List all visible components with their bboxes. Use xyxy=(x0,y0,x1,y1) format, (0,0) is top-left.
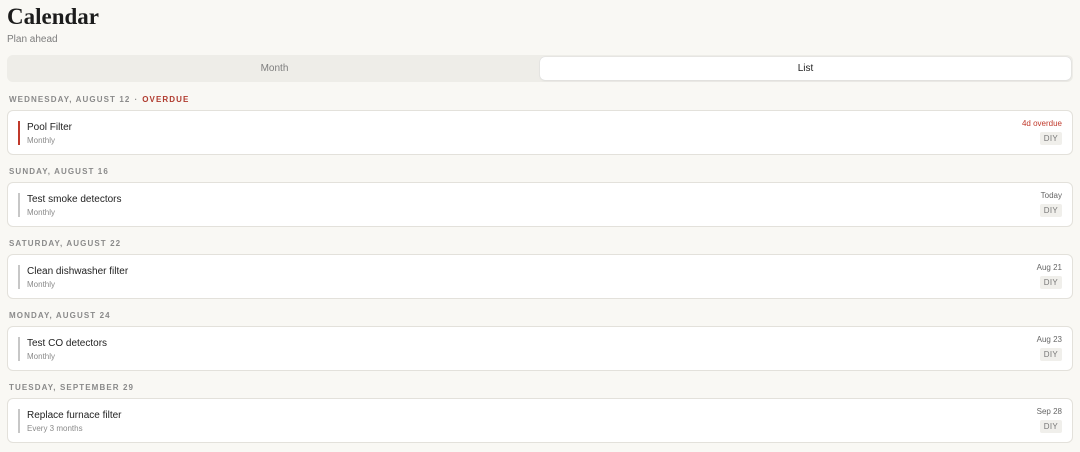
task-tag: DIY xyxy=(1039,420,1062,433)
task-due-status: 4d overdue xyxy=(1021,119,1062,128)
date-group-label: TUESDAY, SEPTEMBER 29 xyxy=(9,383,135,392)
view-toggle-month[interactable]: Month xyxy=(9,57,540,80)
date-group-label: WEDNESDAY, AUGUST 12 · OVERDUE xyxy=(7,90,1073,110)
task-card[interactable]: Test CO detectors Monthly Aug 23 DIY xyxy=(7,326,1073,371)
task-due-status: Sep 28 xyxy=(1036,407,1062,416)
task-tag: DIY xyxy=(1039,132,1062,145)
date-group: SATURDAY, AUGUST 22 Clean dishwasher fil… xyxy=(7,234,1073,299)
task-frequency: Monthly xyxy=(27,352,56,361)
date-group: MONDAY, AUGUST 24 Test CO detectors Mont… xyxy=(7,306,1073,371)
task-tag: DIY xyxy=(1039,276,1062,289)
task-card[interactable]: Clean dishwasher filter Monthly Aug 21 D… xyxy=(7,254,1073,299)
indicator-bar xyxy=(18,193,20,217)
task-tag: DIY xyxy=(1039,348,1062,361)
task-name: Pool Filter xyxy=(27,122,73,133)
indicator-bar xyxy=(18,265,20,289)
task-frequency: Monthly xyxy=(27,280,56,289)
date-group: WEDNESDAY, AUGUST 12 · OVERDUE Pool Filter… xyxy=(7,90,1073,155)
date-group-label: SUNDAY, AUGUST 16 xyxy=(9,167,109,176)
task-name: Clean dishwasher filter xyxy=(27,266,129,277)
overdue-label: OVERDUE xyxy=(142,95,190,104)
indicator-bar xyxy=(18,337,20,361)
view-toggle: Month List xyxy=(7,55,1073,82)
page-title: Calendar xyxy=(7,4,99,29)
task-name: Replace furnace filter xyxy=(27,410,122,421)
task-list: WEDNESDAY, AUGUST 12 · OVERDUE Pool Filter… xyxy=(7,90,1073,450)
task-card[interactable]: Test smoke detectors Monthly Today DIY xyxy=(7,182,1073,227)
group-date: WEDNESDAY, AUGUST 12 xyxy=(9,95,131,104)
separator-dot: · xyxy=(134,95,139,104)
date-group: TUESDAY, SEPTEMBER 29 Replace furnace fi… xyxy=(7,378,1073,443)
page-subtitle: Plan ahead xyxy=(7,34,58,45)
task-card[interactable]: Pool Filter Monthly 4d overdue DIY xyxy=(7,110,1073,155)
view-toggle-list[interactable]: List xyxy=(540,57,1071,80)
task-due-status: Aug 23 xyxy=(1036,335,1062,344)
indicator-bar xyxy=(18,409,20,433)
task-frequency: Monthly xyxy=(27,136,56,145)
overdue-indicator-bar xyxy=(18,121,20,145)
page-header: Calendar Plan ahead xyxy=(7,4,99,45)
task-due-status: Aug 21 xyxy=(1036,263,1062,272)
task-card[interactable]: Replace furnace filter Every 3 months Se… xyxy=(7,398,1073,443)
task-tag: DIY xyxy=(1039,204,1062,217)
task-frequency: Every 3 months xyxy=(27,424,83,433)
task-frequency: Monthly xyxy=(27,208,56,217)
task-due-status: Today xyxy=(1040,191,1062,200)
date-group: SUNDAY, AUGUST 16 Test smoke detectors M… xyxy=(7,162,1073,227)
date-group-label: MONDAY, AUGUST 24 xyxy=(9,311,111,320)
task-name: Test smoke detectors xyxy=(27,194,122,205)
task-name: Test CO detectors xyxy=(27,338,108,349)
date-group-label: SATURDAY, AUGUST 22 xyxy=(9,239,122,248)
